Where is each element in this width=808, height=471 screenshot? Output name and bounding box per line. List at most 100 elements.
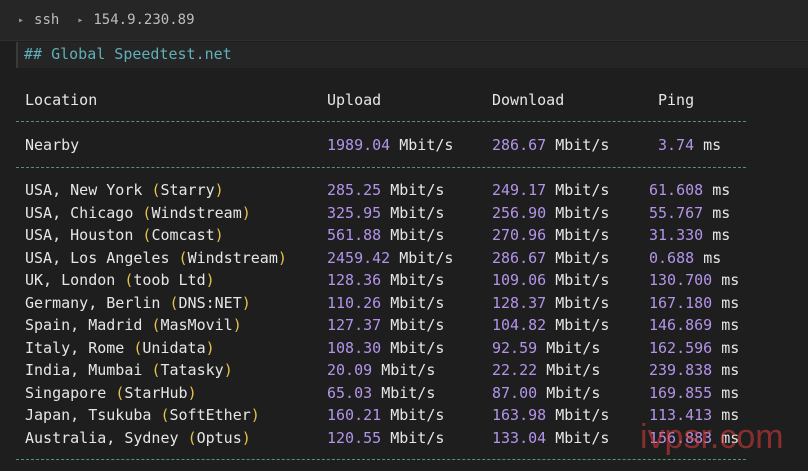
breadcrumb-host[interactable]: 154.9.230.89 xyxy=(93,12,194,28)
row-ping: 130.700 ms xyxy=(649,269,739,291)
row-paren-close: ) xyxy=(223,361,233,379)
table-row: USA, Chicago (Windstream) 325.95 Mbit/s 25… xyxy=(0,202,808,224)
row-isp: MasMovil xyxy=(160,316,233,334)
row-paren-close: ) xyxy=(241,203,251,222)
row-download-unit: Mbit/s xyxy=(555,226,610,244)
header-upload: Upload xyxy=(327,91,382,109)
row-ping: 55.767 ms xyxy=(649,202,730,224)
row-ping-value: 0.688 xyxy=(649,248,695,267)
row-city: Singapore xyxy=(25,383,116,402)
row-ping-unit: ms xyxy=(703,248,722,267)
row-city: UK, London xyxy=(25,271,125,289)
row-isp: Unidata xyxy=(142,338,206,357)
row-upload-value: 128.36 xyxy=(327,271,382,289)
row-location: USA, New York (Starry) xyxy=(25,179,224,201)
row-upload: 160.21 Mbit/s xyxy=(327,404,444,426)
row-ping-value: 169.855 xyxy=(649,383,713,402)
row-download-unit: Mbit/s xyxy=(555,203,610,222)
row-location: UK, London (toob Ltd) xyxy=(25,269,215,291)
row-upload-value: 2459.42 xyxy=(327,248,391,267)
row-upload: 325.95 Mbit/s xyxy=(327,202,444,224)
row-download-value: 163.98 xyxy=(492,406,547,424)
row-upload: 561.88 Mbit/s xyxy=(327,224,444,246)
row-ping-unit: ms xyxy=(721,361,740,379)
row-isp: SoftEther xyxy=(169,406,251,424)
nearby-download: 286.67 Mbit/s xyxy=(492,134,609,156)
row-ping-value: 31.330 xyxy=(649,226,704,244)
breadcrumb-ssh[interactable]: ssh xyxy=(34,12,59,28)
header-download: Download xyxy=(492,91,565,109)
row-upload: 2459.42 Mbit/s xyxy=(327,247,453,269)
row-upload-unit: Mbit/s xyxy=(390,406,445,424)
nearby-ping-unit: ms xyxy=(703,136,722,154)
row-download-value: 133.04 xyxy=(492,428,547,447)
row-ping: 61.608 ms xyxy=(649,179,730,201)
row-upload-value: 110.26 xyxy=(327,293,382,312)
row-city: Germany, Berlin xyxy=(25,293,170,312)
row-paren-close: ) xyxy=(277,248,287,267)
row-download: 286.67 Mbit/s xyxy=(492,247,609,269)
row-download: 270.96 Mbit/s xyxy=(492,224,609,246)
row-ping-unit: ms xyxy=(721,316,740,334)
row-city: USA, Los Angeles xyxy=(25,248,179,267)
row-upload-unit: Mbit/s xyxy=(390,226,445,244)
row-download-value: 104.82 xyxy=(492,316,547,334)
row-isp: Windstream xyxy=(187,248,278,267)
row-paren-close: ) xyxy=(241,293,251,312)
row-ping: 239.838 ms xyxy=(649,359,739,381)
table-row: India, Mumbai (Tatasky) 20.09 Mbit/s 22.22… xyxy=(0,359,808,381)
row-location: Germany, Berlin (DNS:NET) xyxy=(25,292,251,314)
row-isp: Optus xyxy=(196,428,242,447)
table-row: UK, London (toob Ltd) 128.36 Mbit/s 109.06… xyxy=(0,269,808,291)
row-download: 163.98 Mbit/s xyxy=(492,404,609,426)
row-isp: Starry xyxy=(160,181,215,199)
row-location: USA, Houston (Comcast) xyxy=(25,224,224,246)
row-upload-unit: Mbit/s xyxy=(399,248,454,267)
row-upload-value: 20.09 xyxy=(327,361,373,379)
row-ping: 169.855 ms xyxy=(649,382,739,404)
row-ping-value: 130.700 xyxy=(649,271,713,289)
row-upload-unit: Mbit/s xyxy=(381,361,436,379)
row-download-unit: Mbit/s xyxy=(555,428,610,447)
row-paren-open: ( xyxy=(169,293,179,312)
row-upload: 110.26 Mbit/s xyxy=(327,292,444,314)
row-upload-value: 65.03 xyxy=(327,383,373,402)
row-upload: 108.30 Mbit/s xyxy=(327,337,444,359)
row-upload-unit: Mbit/s xyxy=(390,338,445,357)
row-city: India, Mumbai xyxy=(25,361,152,379)
row-upload-value: 285.25 xyxy=(327,181,382,199)
row-download-value: 286.67 xyxy=(492,248,547,267)
row-upload: 285.25 Mbit/s xyxy=(327,179,444,201)
row-paren-open: ( xyxy=(115,383,125,402)
row-upload: 128.36 Mbit/s xyxy=(327,269,444,291)
row-ping: 167.180 ms xyxy=(649,292,739,314)
row-download-value: 92.59 xyxy=(492,338,538,357)
row-location: India, Mumbai (Tatasky) xyxy=(25,359,233,381)
row-paren-close: ) xyxy=(214,181,224,199)
row-paren-open: ( xyxy=(178,248,188,267)
row-upload-unit: Mbit/s xyxy=(390,181,445,199)
row-paren-close: ) xyxy=(205,338,215,357)
nearby-download-unit: Mbit/s xyxy=(555,136,610,154)
row-download-value: 270.96 xyxy=(492,226,547,244)
row-upload-unit: Mbit/s xyxy=(390,428,445,447)
row-ping: 0.688 ms xyxy=(649,247,721,269)
divider xyxy=(16,459,746,460)
row-ping-unit: ms xyxy=(721,293,740,312)
row-paren-close: ) xyxy=(205,271,215,289)
watermark: ivpsr.com xyxy=(640,418,784,456)
row-paren-close: ) xyxy=(241,428,251,447)
table-row: Singapore (StarHub) 65.03 Mbit/s 87.00 Mbi… xyxy=(0,382,808,404)
row-download: 87.00 Mbit/s xyxy=(492,382,600,404)
row-ping-value: 162.596 xyxy=(649,338,713,357)
row-ping-unit: ms xyxy=(721,271,740,289)
row-download-unit: Mbit/s xyxy=(546,361,601,379)
row-location: Japan, Tsukuba (SoftEther) xyxy=(25,404,260,426)
caret-right-icon: ▸ xyxy=(18,14,25,26)
row-upload-value: 561.88 xyxy=(327,226,382,244)
row-download-unit: Mbit/s xyxy=(555,316,610,334)
nearby-download-value: 286.67 xyxy=(492,136,547,154)
row-isp: DNS:NET xyxy=(178,293,242,312)
row-location: Australia, Sydney (Optus) xyxy=(25,427,251,449)
table-header: Location Upload Download Ping xyxy=(0,89,808,111)
